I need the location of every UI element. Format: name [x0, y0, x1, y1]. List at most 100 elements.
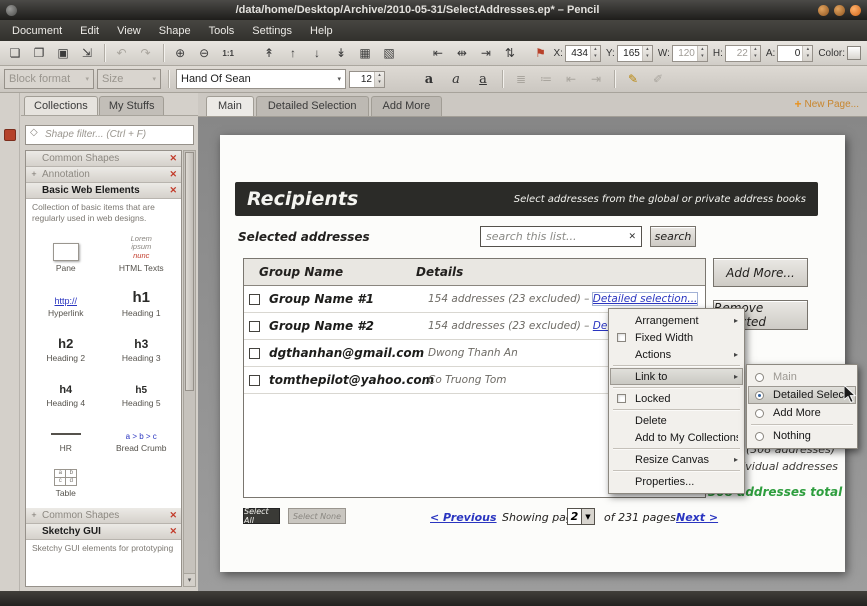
shape-item-bread-crumb[interactable]: a > b > c Bread Crumb: [104, 411, 180, 453]
align-right-icon[interactable]: ⇥: [475, 43, 497, 63]
select-all-button[interactable]: Select All: [243, 507, 280, 525]
context-menu-item-link-to[interactable]: Link to ▸: [610, 368, 743, 385]
shape-item-heading1[interactable]: h1 Heading 1: [104, 276, 180, 318]
align-left-icon[interactable]: ⇤: [427, 43, 449, 63]
color-swatch[interactable]: [847, 46, 862, 60]
menu-help[interactable]: Help: [301, 22, 342, 40]
context-menu-item-fixed-width[interactable]: Fixed Width: [610, 329, 743, 346]
tab-collections[interactable]: Collections: [24, 96, 98, 115]
shape-item-heading4[interactable]: h4 Heading 4: [28, 366, 104, 408]
row-checkbox[interactable]: [249, 374, 260, 386]
menu-edit[interactable]: Edit: [71, 22, 108, 40]
underline-icon[interactable]: a: [471, 69, 495, 89]
section-common-shapes[interactable]: Common Shapes ✕: [26, 150, 181, 167]
scrollbar-thumb[interactable]: [185, 151, 194, 392]
tab-my-stuffs[interactable]: My Stuffs: [98, 96, 165, 115]
tab-detailed-selection[interactable]: Detailed Selection: [255, 96, 369, 116]
drawing-canvas[interactable]: Recipients Select addresses from the glo…: [198, 117, 867, 591]
sidebar-scrollbar[interactable]: ▾: [183, 149, 196, 587]
shape-item-pane[interactable]: Pane: [28, 231, 104, 273]
wireframe-search-button[interactable]: search: [650, 226, 696, 247]
context-menu-item-delete[interactable]: Delete: [610, 412, 743, 429]
radio-icon[interactable]: [755, 408, 764, 418]
context-menu-item-resize-canvas[interactable]: Resize Canvas ▸: [610, 451, 743, 468]
y-input[interactable]: 165 ▴ ▾: [616, 44, 653, 62]
scroll-down-icon[interactable]: ▾: [184, 573, 195, 586]
spin-down-icon[interactable]: ▾: [643, 53, 652, 61]
align-center-icon[interactable]: ⇹: [451, 43, 473, 63]
radio-selected-icon[interactable]: [755, 390, 764, 400]
tab-main[interactable]: Main: [206, 96, 254, 116]
page-select[interactable]: 2 ▼: [567, 508, 595, 525]
marker-icon[interactable]: ⚑: [529, 43, 551, 63]
spin-down-icon[interactable]: ▾: [591, 53, 600, 61]
shape-item-heading3[interactable]: h3 Heading 3: [104, 321, 180, 363]
ungroup-icon[interactable]: ▧: [378, 43, 400, 63]
context-menu-item-properties[interactable]: Properties...: [610, 473, 743, 490]
zoom-out-icon[interactable]: ⊖: [193, 43, 215, 63]
align-middle-icon[interactable]: ⇅: [499, 43, 521, 63]
send-to-back-icon[interactable]: ↡: [330, 43, 352, 63]
spin-down-icon[interactable]: ▾: [375, 79, 384, 87]
context-menu-item-add-to-collections[interactable]: Add to My Collections...: [610, 429, 743, 446]
export-icon[interactable]: ⇲: [76, 43, 98, 63]
clear-search-icon[interactable]: ✕: [628, 232, 636, 242]
menu-settings[interactable]: Settings: [243, 22, 301, 40]
submenu-item-add-more[interactable]: Add More: [748, 404, 856, 422]
new-page-button[interactable]: + New Page...: [795, 97, 860, 116]
next-link[interactable]: Next >: [676, 511, 718, 524]
bold-icon[interactable]: a: [417, 69, 441, 89]
new-document-icon[interactable]: ❏: [4, 43, 26, 63]
section-common-shapes-2[interactable]: + Common Shapes ✕: [26, 507, 181, 524]
detailed-selection-link[interactable]: Detailed selection...: [591, 292, 699, 306]
section-annotation[interactable]: + Annotation ✕: [26, 166, 181, 183]
shape-item-table[interactable]: ab cd Table: [28, 456, 104, 498]
context-menu-item-arrangement[interactable]: Arrangement ▸: [610, 312, 743, 329]
shape-item-heading2[interactable]: h2 Heading 2: [28, 321, 104, 363]
send-backward-icon[interactable]: ↓: [306, 43, 328, 63]
menu-document[interactable]: Document: [3, 22, 71, 40]
submenu-item-nothing[interactable]: Nothing: [748, 427, 856, 445]
section-sketchy-gui[interactable]: Sketchy GUI ✕: [26, 523, 181, 540]
window-menu-icon[interactable]: [6, 4, 17, 16]
spin-up-icon[interactable]: ▴: [591, 46, 600, 54]
close-collection-icon[interactable]: ✕: [169, 526, 177, 537]
group-icon[interactable]: ▦: [354, 43, 376, 63]
checkbox-icon[interactable]: [617, 333, 626, 342]
recipients-header-bar[interactable]: Recipients Select addresses from the glo…: [235, 182, 818, 216]
open-icon[interactable]: ❐: [28, 43, 50, 63]
zoom-in-icon[interactable]: ⊕: [169, 43, 191, 63]
tab-add-more[interactable]: Add More: [370, 96, 443, 116]
spin-up-icon[interactable]: ▴: [803, 46, 812, 54]
bring-to-front-icon[interactable]: ↟: [258, 43, 280, 63]
undo-icon[interactable]: ↶: [111, 43, 133, 63]
spin-up-icon[interactable]: ▴: [643, 46, 652, 54]
close-collection-icon[interactable]: ✕: [169, 153, 177, 164]
wireframe-page[interactable]: Recipients Select addresses from the glo…: [220, 135, 845, 572]
menu-tools[interactable]: Tools: [200, 22, 244, 40]
previous-link[interactable]: < Previous: [430, 511, 497, 524]
add-more-button[interactable]: Add More...: [713, 258, 808, 287]
wireframe-search-box[interactable]: search this list... ✕: [480, 226, 642, 247]
section-basic-web-elements[interactable]: Basic Web Elements ✕: [26, 182, 181, 199]
expand-icon[interactable]: +: [30, 510, 38, 520]
checkbox-icon[interactable]: [617, 394, 626, 403]
close-collection-icon[interactable]: ✕: [169, 510, 177, 521]
context-menu-item-actions[interactable]: Actions ▸: [610, 346, 743, 363]
redo-icon[interactable]: ↷: [135, 43, 157, 63]
shape-item-html-texts[interactable]: Lorem ipsum nunc HTML Texts: [104, 231, 180, 273]
row-checkbox[interactable]: [249, 293, 260, 305]
shape-item-hyperlink[interactable]: http:// Hyperlink: [28, 276, 104, 318]
highlight-icon[interactable]: ✎: [622, 69, 644, 89]
expand-icon[interactable]: +: [30, 169, 38, 179]
font-size-input[interactable]: 12 ▴ ▾: [349, 70, 385, 88]
menu-view[interactable]: View: [108, 22, 150, 40]
caret-down-icon[interactable]: ▼: [582, 508, 595, 525]
select-none-button[interactable]: Select None: [288, 508, 346, 524]
radio-icon[interactable]: [755, 431, 764, 441]
italic-icon[interactable]: a: [444, 69, 468, 89]
a-input[interactable]: 0 ▴ ▾: [777, 44, 814, 62]
submenu-item-detailed-selection[interactable]: Detailed Selection: [748, 386, 856, 404]
x-input[interactable]: 434 ▴ ▾: [564, 44, 601, 62]
spin-up-icon[interactable]: ▴: [375, 72, 384, 80]
